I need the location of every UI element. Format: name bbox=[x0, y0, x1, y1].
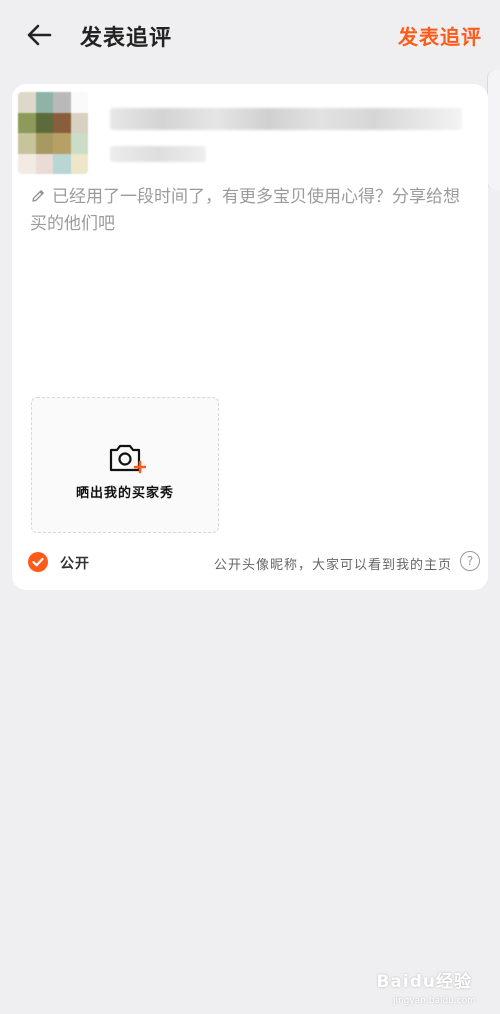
review-placeholder: 已经用了一段时间了，有更多宝贝使用心得？分享给想买的他们吧 bbox=[30, 187, 460, 234]
product-sku-redacted bbox=[110, 146, 206, 162]
product-image bbox=[18, 92, 88, 174]
product-name-redacted bbox=[110, 108, 462, 130]
watermark-url: jingyan.baidu.com bbox=[392, 996, 476, 1006]
camera-plus-icon bbox=[109, 444, 146, 474]
add-photo-button[interactable]: 晒出我的买家秀 bbox=[31, 397, 219, 533]
add-photo-label: 晒出我的买家秀 bbox=[75, 486, 174, 501]
review-textarea[interactable]: 已经用了一段时间了，有更多宝贝使用心得？分享给想买的他们吧 bbox=[30, 184, 470, 384]
watermark-logo: Baidu经验 bbox=[376, 972, 472, 992]
review-card: 已经用了一段时间了，有更多宝贝使用心得？分享给想买的他们吧 晒出我的买家秀 公开… bbox=[12, 84, 488, 590]
page-title: 发表追评 bbox=[80, 25, 173, 51]
top-bar: 发表追评 发表追评 bbox=[0, 0, 500, 70]
check-icon bbox=[32, 557, 44, 567]
visibility-row: 公开 公开头像昵称，大家可以看到我的主页 ? bbox=[28, 550, 480, 576]
arrow-left-icon bbox=[27, 24, 52, 46]
public-checkbox[interactable] bbox=[28, 552, 48, 572]
scroll-indicator bbox=[487, 70, 500, 190]
question-circle-icon[interactable]: ? bbox=[460, 551, 480, 571]
submit-button[interactable]: 发表追评 bbox=[398, 21, 482, 50]
back-button[interactable] bbox=[24, 20, 54, 50]
pencil-icon bbox=[32, 190, 44, 202]
public-hint: 公开头像昵称，大家可以看到我的主页 bbox=[213, 558, 452, 573]
public-label: 公开 bbox=[60, 556, 90, 572]
